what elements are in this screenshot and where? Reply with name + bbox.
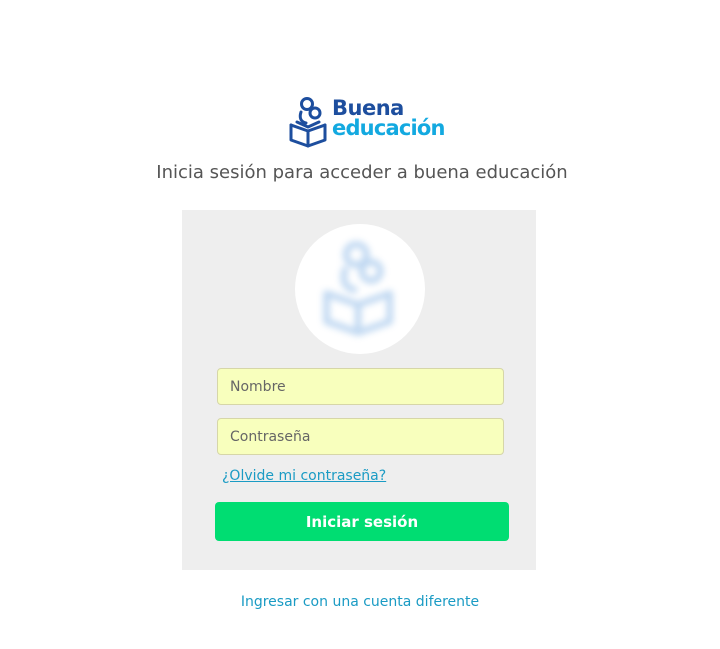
reading-child-icon bbox=[289, 97, 327, 148]
password-input[interactable] bbox=[217, 418, 504, 455]
login-button[interactable]: Iniciar sesión bbox=[215, 502, 509, 541]
other-account-link[interactable]: Ingresar con una cuenta diferente bbox=[0, 592, 720, 612]
forgot-password-link[interactable]: ¿Olvide mi contraseña? bbox=[222, 467, 386, 485]
logo-wordmark-line2: educación bbox=[332, 116, 445, 140]
page-subtitle: Inicia sesión para acceder a buena educa… bbox=[156, 162, 568, 183]
reading-child-icon bbox=[323, 241, 393, 336]
username-input[interactable] bbox=[217, 368, 504, 405]
brand-logo: Buena educación bbox=[288, 96, 463, 150]
avatar bbox=[295, 224, 425, 354]
login-card: ¿Olvide mi contraseña? Iniciar sesión bbox=[182, 210, 536, 570]
